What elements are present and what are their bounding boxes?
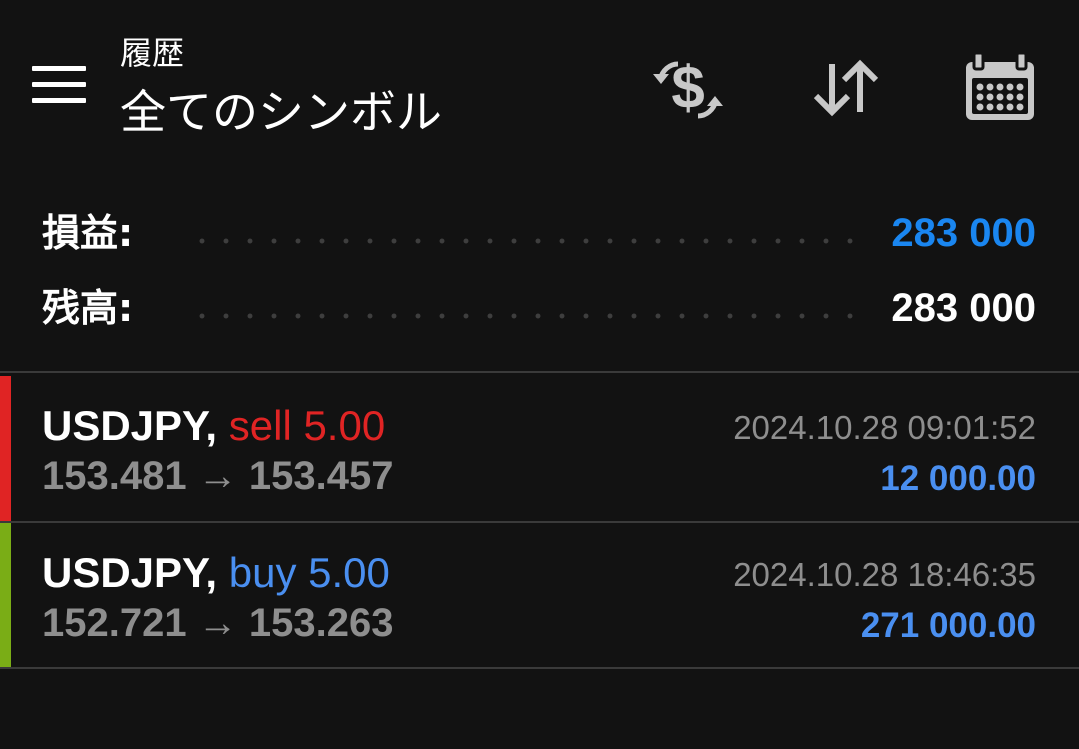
deal-profit: 271 000.00 bbox=[860, 606, 1036, 645]
balance-value: 283 000 bbox=[891, 286, 1036, 330]
buy-indicator-bar bbox=[0, 523, 11, 669]
deal-header: USDJPY, buy 5.00 bbox=[42, 547, 390, 599]
arrow-icon: → bbox=[197, 601, 238, 645]
deal-time: 2024.10.28 18:46:35 bbox=[733, 556, 1036, 593]
divider bbox=[0, 667, 1079, 669]
deal-time: 2024.10.28 09:01:52 bbox=[733, 409, 1036, 446]
close-price: 153.457 bbox=[248, 454, 394, 498]
close-price: 153.263 bbox=[248, 601, 394, 645]
sort-icon[interactable] bbox=[806, 50, 886, 130]
deal-type-volume: sell 5.00 bbox=[228, 402, 386, 449]
deal-header: USDJPY, sell 5.00 bbox=[42, 400, 385, 452]
balance-label: 残高: bbox=[42, 286, 134, 330]
menu-icon[interactable] bbox=[32, 66, 86, 104]
page-title[interactable]: 全てのシンボル bbox=[120, 80, 442, 144]
deal-symbol: USDJPY, bbox=[42, 402, 218, 449]
app-header: 履歴 全てのシンボル $ bbox=[0, 0, 1079, 170]
deal-symbol: USDJPY, bbox=[42, 549, 218, 596]
page-subtitle: 履歴 bbox=[120, 34, 185, 72]
sell-indicator-bar bbox=[0, 376, 11, 522]
divider bbox=[0, 371, 1079, 373]
deal-prices: 152.721 → 153.263 bbox=[42, 597, 393, 649]
deal-type-volume: buy 5.00 bbox=[228, 549, 390, 596]
profit-value: 283 000 bbox=[891, 211, 1036, 255]
calendar-icon[interactable] bbox=[960, 50, 1040, 130]
profit-label: 損益: bbox=[42, 211, 134, 255]
arrow-icon: → bbox=[197, 454, 238, 498]
open-price: 153.481 bbox=[42, 454, 187, 498]
deal-prices: 153.481 → 153.457 bbox=[42, 450, 393, 502]
currency-exchange-icon[interactable]: $ bbox=[648, 50, 728, 130]
deal-profit: 12 000.00 bbox=[880, 459, 1036, 498]
deal-row[interactable]: USDJPY, sell 5.00 153.481 → 153.457 2024… bbox=[0, 376, 1079, 522]
open-price: 152.721 bbox=[42, 601, 187, 645]
profit-leader-dots bbox=[190, 238, 860, 244]
balance-leader-dots bbox=[190, 313, 860, 319]
deal-row[interactable]: USDJPY, buy 5.00 152.721 → 153.263 2024.… bbox=[0, 523, 1079, 669]
